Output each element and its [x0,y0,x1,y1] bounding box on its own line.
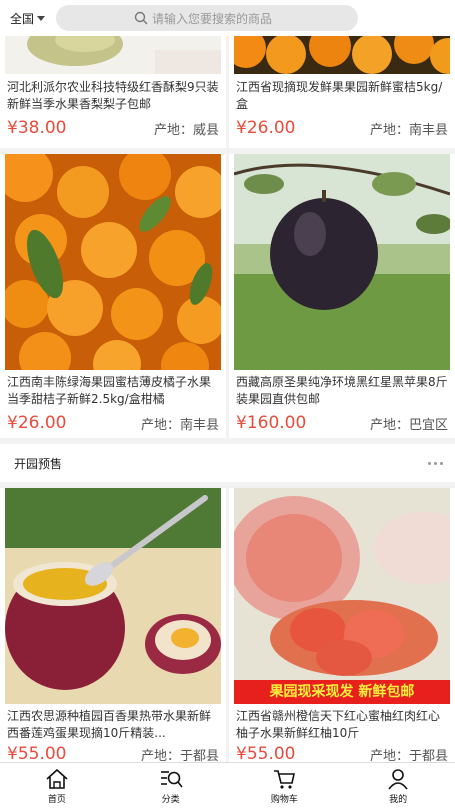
product-grid-top: 河北利派尔农业科技特级红香酥梨9只装新鲜当季水果香梨梨子包邮 ¥38.00 产地… [0,36,455,148]
product-price: ¥160.00 [236,413,307,433]
tab-label: 我的 [389,795,408,805]
tab-label: 首页 [47,795,66,805]
tab-label: 分类 [161,795,180,805]
product-grid-middle: 江西南丰陈绿海果园蜜桔薄皮橘子水果当季甜桔子新鲜2.5kg/盒柑橘 ¥26.00… [0,154,455,438]
user-icon [388,769,408,790]
product-card[interactable]: 江西农思源种植园百香果热带水果新鲜西番莲鸡蛋果现摘10斤精装... ¥55.00… [0,488,226,762]
cart-icon [274,770,296,789]
tab-label: 购物车 [270,795,298,805]
product-image [5,36,221,74]
product-origin: 产地：威县 [153,122,219,138]
product-price: ¥38.00 [7,118,67,138]
product-title: 西藏高原圣果纯净环境黑红星黑苹果8斤装果园直供包邮 [236,375,448,406]
region-selector[interactable]: 全国 [0,10,56,27]
product-card[interactable]: 河北利派尔农业科技特级红香酥梨9只装新鲜当季水果香梨梨子包邮 ¥38.00 产地… [0,36,226,148]
product-title: 江西省现摘现发鲜果果园新鲜蜜桔5kg/盒 [236,80,443,111]
chevron-down-icon [37,15,46,21]
product-card[interactable]: 江西省现摘现发鲜果果园新鲜蜜桔5kg/盒 ¥26.00 产地：南丰县 [229,36,455,148]
search-icon [134,11,148,25]
product-feed[interactable]: 河北利派尔农业科技特级红香酥梨9只装新鲜当季水果香梨梨子包邮 ¥38.00 产地… [0,36,455,762]
product-image [5,488,221,704]
product-title: 江西南丰陈绿海果园蜜桔薄皮橘子水果当季甜桔子新鲜2.5kg/盒柑橘 [7,375,212,406]
search-placeholder: 请输入您要搜索的商品 [152,11,273,26]
product-image: 果园现采现发 新鲜包邮 [234,488,450,704]
product-title: 河北利派尔农业科技特级红香酥梨9只装新鲜当季水果香梨梨子包邮 [7,80,219,111]
product-card[interactable]: 江西南丰陈绿海果园蜜桔薄皮橘子水果当季甜桔子新鲜2.5kg/盒柑橘 ¥26.00… [0,154,226,438]
product-origin: 产地：于都县 [140,748,219,763]
product-origin: 产地：于都县 [369,748,448,763]
product-price: ¥26.00 [236,118,296,138]
product-card[interactable]: 西藏高原圣果纯净环境黑红星黑苹果8斤装果园直供包邮 ¥160.00 产地：巴宜区 [229,154,455,438]
product-image [234,154,450,370]
product-price: ¥55.00 [236,744,296,762]
tab-mine[interactable]: 我的 [363,768,433,805]
product-image [5,154,221,370]
bottom-nav: 首页 分类 购物车 我的 [0,762,455,810]
product-title: 江西农思源种植园百香果热带水果新鲜西番莲鸡蛋果现摘10斤精装... [7,709,212,740]
banner-text: 果园现采现发 新鲜包邮 [269,684,415,700]
tab-home[interactable]: 首页 [22,768,92,805]
product-grid-presale: 江西农思源种植园百香果热带水果新鲜西番莲鸡蛋果现摘10斤精装... ¥55.00… [0,488,455,762]
tab-category[interactable]: 分类 [136,768,206,805]
section-header-presale: 开园预售 [0,444,455,482]
product-origin: 产地：巴宜区 [369,417,448,433]
category-search-icon [160,771,183,788]
top-bar: 全国 请输入您要搜索的商品 [0,0,455,36]
home-icon [46,768,68,789]
search-input[interactable]: 请输入您要搜索的商品 [56,5,358,31]
section-title: 开园预售 [14,456,63,471]
region-label: 全国 [10,11,35,26]
product-image [234,36,450,74]
tab-cart[interactable]: 购物车 [249,768,319,805]
product-origin: 产地：南丰县 [140,417,219,433]
product-origin: 产地：南丰县 [369,122,448,138]
product-price: ¥55.00 [7,744,67,762]
product-price: ¥26.00 [7,413,67,433]
product-card[interactable]: 果园现采现发 新鲜包邮 江西省赣州橙信天下红心蜜柚红肉红心柚子水果新鲜红柚10斤… [229,488,455,762]
more-icon[interactable] [428,461,443,465]
product-title: 江西省赣州橙信天下红心蜜柚红肉红心柚子水果新鲜红柚10斤 [236,709,441,740]
